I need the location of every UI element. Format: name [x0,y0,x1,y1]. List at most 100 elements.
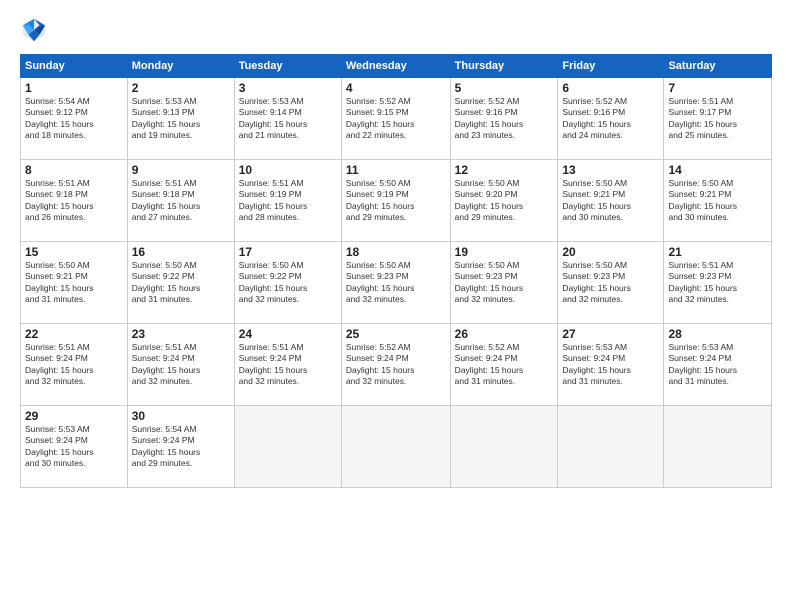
calendar-week-row: 1Sunrise: 5:54 AMSunset: 9:12 PMDaylight… [21,78,772,160]
day-info: Sunrise: 5:53 AMSunset: 9:24 PMDaylight:… [562,342,659,388]
calendar-cell: 17Sunrise: 5:50 AMSunset: 9:22 PMDayligh… [234,242,341,324]
day-info: Sunrise: 5:51 AMSunset: 9:23 PMDaylight:… [668,260,767,306]
calendar-cell: 7Sunrise: 5:51 AMSunset: 9:17 PMDaylight… [664,78,772,160]
day-number: 25 [346,327,446,341]
day-number: 2 [132,81,230,95]
day-info: Sunrise: 5:53 AMSunset: 9:24 PMDaylight:… [25,424,123,470]
day-number: 21 [668,245,767,259]
day-info: Sunrise: 5:51 AMSunset: 9:24 PMDaylight:… [132,342,230,388]
day-info: Sunrise: 5:54 AMSunset: 9:12 PMDaylight:… [25,96,123,142]
day-info: Sunrise: 5:53 AMSunset: 9:13 PMDaylight:… [132,96,230,142]
day-info: Sunrise: 5:51 AMSunset: 9:17 PMDaylight:… [668,96,767,142]
day-number: 7 [668,81,767,95]
day-info: Sunrise: 5:50 AMSunset: 9:21 PMDaylight:… [562,178,659,224]
day-info: Sunrise: 5:50 AMSunset: 9:22 PMDaylight:… [132,260,230,306]
day-info: Sunrise: 5:50 AMSunset: 9:23 PMDaylight:… [562,260,659,306]
calendar-cell: 25Sunrise: 5:52 AMSunset: 9:24 PMDayligh… [341,324,450,406]
calendar-cell: 1Sunrise: 5:54 AMSunset: 9:12 PMDaylight… [21,78,128,160]
col-sunday: Sunday [21,55,128,78]
day-number: 12 [455,163,554,177]
calendar-header-row: Sunday Monday Tuesday Wednesday Thursday… [21,55,772,78]
day-number: 8 [25,163,123,177]
day-number: 29 [25,409,123,423]
day-info: Sunrise: 5:52 AMSunset: 9:16 PMDaylight:… [455,96,554,142]
calendar-cell: 30Sunrise: 5:54 AMSunset: 9:24 PMDayligh… [127,406,234,488]
col-tuesday: Tuesday [234,55,341,78]
calendar-cell: 9Sunrise: 5:51 AMSunset: 9:18 PMDaylight… [127,160,234,242]
day-number: 22 [25,327,123,341]
calendar-cell: 21Sunrise: 5:51 AMSunset: 9:23 PMDayligh… [664,242,772,324]
day-info: Sunrise: 5:50 AMSunset: 9:23 PMDaylight:… [346,260,446,306]
day-number: 16 [132,245,230,259]
day-info: Sunrise: 5:52 AMSunset: 9:24 PMDaylight:… [455,342,554,388]
day-number: 17 [239,245,337,259]
day-info: Sunrise: 5:50 AMSunset: 9:22 PMDaylight:… [239,260,337,306]
day-info: Sunrise: 5:50 AMSunset: 9:23 PMDaylight:… [455,260,554,306]
calendar-cell: 8Sunrise: 5:51 AMSunset: 9:18 PMDaylight… [21,160,128,242]
col-friday: Friday [558,55,664,78]
calendar-cell [450,406,558,488]
calendar-cell: 11Sunrise: 5:50 AMSunset: 9:19 PMDayligh… [341,160,450,242]
day-number: 23 [132,327,230,341]
calendar-week-row: 29Sunrise: 5:53 AMSunset: 9:24 PMDayligh… [21,406,772,488]
logo [20,16,52,44]
calendar-cell [558,406,664,488]
calendar-table: Sunday Monday Tuesday Wednesday Thursday… [20,54,772,488]
day-info: Sunrise: 5:51 AMSunset: 9:19 PMDaylight:… [239,178,337,224]
day-number: 18 [346,245,446,259]
day-number: 28 [668,327,767,341]
day-number: 26 [455,327,554,341]
calendar-cell [664,406,772,488]
day-number: 14 [668,163,767,177]
calendar-cell: 6Sunrise: 5:52 AMSunset: 9:16 PMDaylight… [558,78,664,160]
day-number: 3 [239,81,337,95]
col-thursday: Thursday [450,55,558,78]
day-number: 11 [346,163,446,177]
calendar-cell: 27Sunrise: 5:53 AMSunset: 9:24 PMDayligh… [558,324,664,406]
calendar-cell: 15Sunrise: 5:50 AMSunset: 9:21 PMDayligh… [21,242,128,324]
day-info: Sunrise: 5:51 AMSunset: 9:24 PMDaylight:… [239,342,337,388]
calendar-cell: 12Sunrise: 5:50 AMSunset: 9:20 PMDayligh… [450,160,558,242]
day-number: 30 [132,409,230,423]
day-info: Sunrise: 5:51 AMSunset: 9:18 PMDaylight:… [25,178,123,224]
calendar-cell: 18Sunrise: 5:50 AMSunset: 9:23 PMDayligh… [341,242,450,324]
day-number: 19 [455,245,554,259]
day-info: Sunrise: 5:52 AMSunset: 9:24 PMDaylight:… [346,342,446,388]
day-number: 5 [455,81,554,95]
calendar-cell: 2Sunrise: 5:53 AMSunset: 9:13 PMDaylight… [127,78,234,160]
day-info: Sunrise: 5:53 AMSunset: 9:14 PMDaylight:… [239,96,337,142]
calendar-cell: 13Sunrise: 5:50 AMSunset: 9:21 PMDayligh… [558,160,664,242]
calendar-week-row: 15Sunrise: 5:50 AMSunset: 9:21 PMDayligh… [21,242,772,324]
calendar-cell: 24Sunrise: 5:51 AMSunset: 9:24 PMDayligh… [234,324,341,406]
calendar-cell: 16Sunrise: 5:50 AMSunset: 9:22 PMDayligh… [127,242,234,324]
day-info: Sunrise: 5:51 AMSunset: 9:18 PMDaylight:… [132,178,230,224]
calendar-cell: 23Sunrise: 5:51 AMSunset: 9:24 PMDayligh… [127,324,234,406]
day-number: 24 [239,327,337,341]
calendar-cell: 14Sunrise: 5:50 AMSunset: 9:21 PMDayligh… [664,160,772,242]
day-info: Sunrise: 5:50 AMSunset: 9:21 PMDaylight:… [25,260,123,306]
calendar-cell: 3Sunrise: 5:53 AMSunset: 9:14 PMDaylight… [234,78,341,160]
calendar-cell [341,406,450,488]
calendar-week-row: 22 Sunrise: 5:51 AMSunset: 9:24 PMDayligh… [21,324,772,406]
calendar-cell: 19Sunrise: 5:50 AMSunset: 9:23 PMDayligh… [450,242,558,324]
day-info: Sunrise: 5:50 AMSunset: 9:19 PMDaylight:… [346,178,446,224]
calendar-week-row: 8Sunrise: 5:51 AMSunset: 9:18 PMDaylight… [21,160,772,242]
calendar-cell: 20Sunrise: 5:50 AMSunset: 9:23 PMDayligh… [558,242,664,324]
logo-icon [20,16,48,44]
calendar-cell: 28Sunrise: 5:53 AMSunset: 9:24 PMDayligh… [664,324,772,406]
calendar-cell [234,406,341,488]
calendar-cell: 29Sunrise: 5:53 AMSunset: 9:24 PMDayligh… [21,406,128,488]
day-info: Sunrise: 5:50 AMSunset: 9:21 PMDaylight:… [668,178,767,224]
calendar-cell: 26Sunrise: 5:52 AMSunset: 9:24 PMDayligh… [450,324,558,406]
day-info: Sunrise: 5:52 AMSunset: 9:16 PMDaylight:… [562,96,659,142]
day-info: Sunrise: 5:54 AMSunset: 9:24 PMDaylight:… [132,424,230,470]
calendar-cell: 5Sunrise: 5:52 AMSunset: 9:16 PMDaylight… [450,78,558,160]
calendar-cell: 4Sunrise: 5:52 AMSunset: 9:15 PMDaylight… [341,78,450,160]
day-info: Sunrise: 5:50 AMSunset: 9:20 PMDaylight:… [455,178,554,224]
col-saturday: Saturday [664,55,772,78]
day-number: 10 [239,163,337,177]
page: Sunday Monday Tuesday Wednesday Thursday… [0,0,792,612]
day-info: Sunrise: 5:53 AMSunset: 9:24 PMDaylight:… [668,342,767,388]
day-number: 13 [562,163,659,177]
header [20,16,772,44]
